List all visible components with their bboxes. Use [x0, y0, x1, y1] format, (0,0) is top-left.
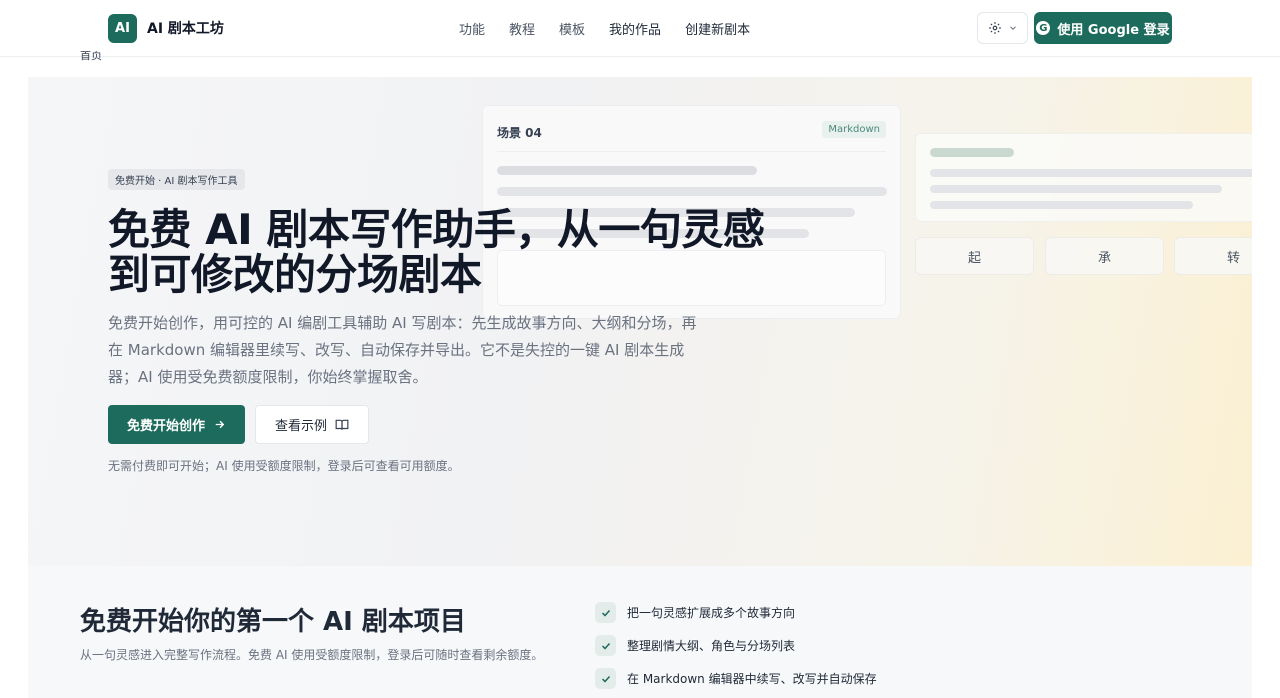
start-creating-button[interactable]: 免费开始创作: [108, 405, 245, 444]
placeholder-line: [930, 148, 1014, 157]
arrow-right-icon: [215, 420, 225, 429]
hero-note: 无需付费即可开始；AI 使用受额度限制，登录后可查看可用额度。: [108, 459, 460, 473]
placeholder-line: [930, 201, 1193, 209]
section-title: 免费开始你的第一个 AI 剧本项目: [80, 607, 466, 637]
hero-title-line1: 免费 AI 剧本写作助手，从一句灵感: [108, 205, 765, 254]
google-login-button[interactable]: G 使用 Google 登录: [1034, 12, 1172, 44]
structure-pill-qi: 起: [915, 237, 1034, 275]
breadcrumb[interactable]: 首页: [80, 51, 102, 63]
book-open-icon: [335, 419, 349, 430]
hero-tag: 免费开始 · AI 剧本写作工具: [108, 169, 245, 190]
check-icon: [595, 635, 616, 656]
placeholder-line: [497, 166, 757, 175]
checklist-label: 把一句灵感扩展成多个故事方向: [627, 606, 796, 620]
card-divider: [497, 151, 886, 152]
nav-item-features[interactable]: 功能: [459, 19, 485, 38]
section-subtitle: 从一句灵感进入完整写作流程。免费 AI 使用受额度限制，登录后可随时查看剩余额度…: [80, 648, 544, 662]
checklist-item: 整理剧情大纲、角色与分场列表: [595, 635, 795, 656]
nav-item-tutorials[interactable]: 教程: [509, 19, 535, 38]
structure-pill-zhuan: 转: [1174, 237, 1252, 275]
check-icon: [595, 668, 616, 689]
site-header: AI AI 剧本工坊 功能 教程 模板 我的作品 创建新剧本 G 使用 Goog…: [0, 0, 1280, 57]
hero-section: 场景 04 Markdown 起 承 转 免费开始 · AI 剧本写作工具 免费…: [28, 77, 1252, 566]
structure-pill-cheng: 承: [1045, 237, 1164, 275]
nav-item-templates[interactable]: 模板: [559, 19, 585, 38]
chevron-down-icon: [1009, 26, 1016, 30]
placeholder-line: [930, 169, 1252, 177]
google-login-label: 使用 Google 登录: [1057, 22, 1170, 38]
logo-mark[interactable]: AI: [108, 14, 137, 43]
checklist-label: 整理剧情大纲、角色与分场列表: [627, 639, 796, 653]
placeholder-line: [497, 187, 887, 196]
settings-button[interactable]: [977, 12, 1028, 44]
app-name[interactable]: AI 剧本工坊: [147, 18, 224, 38]
nav-item-create-script[interactable]: 创建新剧本: [685, 19, 750, 38]
check-icon: [595, 602, 616, 623]
placeholder-line: [930, 185, 1222, 193]
main-nav: 功能 教程 模板 我的作品 创建新剧本: [459, 19, 774, 38]
getting-started-section: 免费开始你的第一个 AI 剧本项目 从一句灵感进入完整写作流程。免费 AI 使用…: [28, 566, 1252, 698]
scene-title: 场景 04: [497, 126, 542, 140]
outline-preview-card: [915, 133, 1252, 222]
gear-icon: [988, 22, 1001, 34]
google-icon: G: [1036, 21, 1051, 35]
hero-description: 免费开始创作，用可控的 AI 编剧工具辅助 AI 写剧本：先生成故事方向、大纲和…: [108, 314, 697, 386]
markdown-badge: Markdown: [822, 121, 886, 138]
view-examples-label: 查看示例: [274, 419, 327, 434]
checklist-label: 在 Markdown 编辑器中续写、改写并自动保存: [627, 672, 877, 686]
checklist-item: 在 Markdown 编辑器中续写、改写并自动保存: [595, 668, 877, 689]
view-examples-button[interactable]: 查看示例: [255, 405, 369, 444]
nav-item-my-works[interactable]: 我的作品: [609, 19, 661, 38]
start-creating-label: 免费开始创作: [126, 419, 205, 434]
checklist-item: 把一句灵感扩展成多个故事方向: [595, 602, 795, 623]
hero-title: 免费 AI 剧本写作助手，从一句灵感 到可修改的分场剧本: [108, 207, 798, 297]
hero-title-line2: 到可修改的分场剧本: [108, 250, 482, 299]
